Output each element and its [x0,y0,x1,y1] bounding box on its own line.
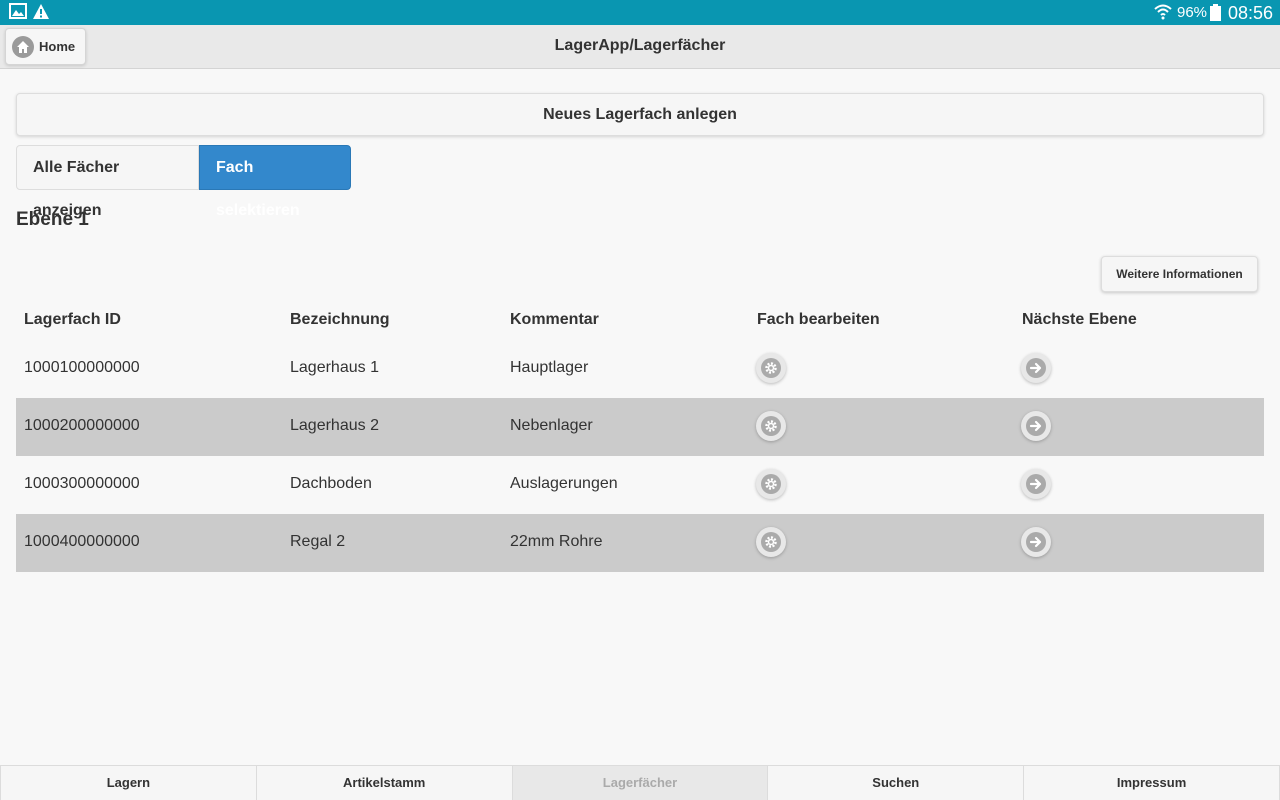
header-edit: Fach bearbeiten [757,311,880,328]
cell-id: 1000100000000 [24,359,140,376]
next-level-button[interactable] [1021,353,1051,383]
compartment-table: Lagerfach ID Bezeichnung Kommentar Fach … [16,300,1264,572]
image-icon [9,3,27,19]
header-comment: Kommentar [510,311,599,328]
status-bar: 96% 08:56 [0,0,1280,25]
nav-artikelstamm[interactable]: Artikelstamm [256,766,513,800]
cell-name: Regal 2 [290,533,346,550]
gear-icon [761,474,781,494]
edit-button[interactable] [756,353,786,383]
page-title: LagerApp/Lagerfächer [554,37,726,54]
cell-id: 1000200000000 [24,417,140,434]
clock: 08:56 [1228,3,1274,23]
show-all-button[interactable]: Alle Fächer anzeigen [16,145,199,219]
wifi-icon [1154,4,1172,20]
more-info-button[interactable]: Weitere Informationen [1101,256,1258,292]
cell-name: Dachboden [290,475,372,492]
nav-suchen[interactable]: Suchen [768,766,1025,800]
next-level-button[interactable] [1021,469,1051,499]
view-toggle: Alle Fächer anzeigen Fach selektieren [16,145,351,219]
nav-lagern[interactable]: Lagern [0,766,257,800]
select-compartment-button[interactable]: Fach selektieren [199,145,351,219]
gear-icon [761,358,781,378]
battery-icon [1210,4,1221,21]
table-row: 1000400000000 Regal 2 22mm Rohre [16,514,1264,572]
level-title: Ebene 1 [16,209,89,230]
edit-button[interactable] [756,469,786,499]
nav-lagerfaecher[interactable]: Lagerfächer [512,766,769,800]
table-header: Lagerfach ID Bezeichnung Kommentar Fach … [16,300,1264,340]
table-row: 1000200000000 Lagerhaus 2 Nebenlager [16,398,1264,456]
header-id: Lagerfach ID [24,311,121,328]
battery-percent: 96% [1177,4,1208,21]
table-row: 1000100000000 Lagerhaus 1 Hauptlager [16,340,1264,398]
gear-icon [761,532,781,552]
arrow-right-icon [1026,532,1046,552]
header-name: Bezeichnung [290,311,390,328]
cell-comment: Nebenlager [510,417,593,434]
arrow-right-icon [1026,474,1046,494]
cell-id: 1000300000000 [24,475,140,492]
cell-comment: Hauptlager [510,359,589,376]
gear-icon [761,416,781,436]
cell-id: 1000400000000 [24,533,140,550]
cell-comment: 22mm Rohre [510,533,603,550]
arrow-right-icon [1026,358,1046,378]
warning-icon [33,4,49,19]
bottom-navbar: Lagern Artikelstamm Lagerfächer Suchen I… [0,765,1280,800]
edit-button[interactable] [756,411,786,441]
nav-impressum[interactable]: Impressum [1024,766,1280,800]
new-compartment-button[interactable]: Neues Lagerfach anlegen [16,93,1264,136]
next-level-button[interactable] [1021,411,1051,441]
table-row: 1000300000000 Dachboden Auslagerungen [16,456,1264,514]
arrow-right-icon [1026,416,1046,436]
cell-name: Lagerhaus 2 [290,417,379,434]
edit-button[interactable] [756,527,786,557]
header-next-level: Nächste Ebene [1022,311,1137,328]
cell-comment: Auslagerungen [510,475,618,492]
app-header: Home LagerApp/Lagerfächer [0,25,1280,69]
cell-name: Lagerhaus 1 [290,359,379,376]
next-level-button[interactable] [1021,527,1051,557]
